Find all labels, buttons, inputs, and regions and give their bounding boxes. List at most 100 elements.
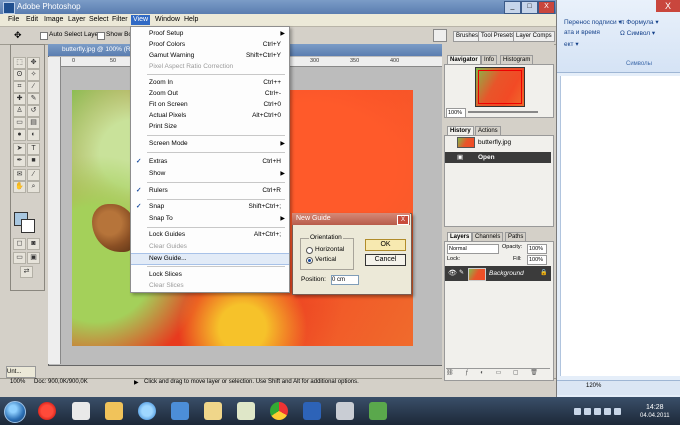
eyedropper-tool-icon[interactable]: ⁄: [27, 169, 40, 181]
start-button[interactable]: [4, 401, 26, 423]
cancel-button[interactable]: Cancel: [365, 254, 406, 266]
ribbon-object[interactable]: ект ▾: [564, 40, 579, 48]
opacity-field[interactable]: 100%: [527, 244, 547, 254]
crop-tool-icon[interactable]: ⌗: [13, 81, 26, 93]
fill-field[interactable]: 100%: [527, 255, 547, 265]
menu-window[interactable]: Window: [153, 15, 182, 25]
word-close-button[interactable]: X: [656, 0, 680, 12]
zoom-tool-icon[interactable]: ⌕: [27, 181, 40, 193]
move-tool-icon[interactable]: ✥: [27, 57, 40, 69]
vertical-ruler[interactable]: [48, 57, 61, 364]
marquee-tool-icon[interactable]: ⬚: [13, 57, 26, 69]
dodge-tool-icon[interactable]: ◐: [27, 129, 40, 141]
gradient-tool-icon[interactable]: ▤: [27, 117, 40, 129]
palette-well-icon[interactable]: [433, 29, 447, 42]
menu-layer[interactable]: Layer: [66, 15, 88, 25]
dialog-close-button[interactable]: X: [397, 215, 409, 225]
menu-item-extras[interactable]: ✓ Extras Ctrl+H: [131, 157, 289, 167]
menu-item-rulers[interactable]: ✓ Rulers Ctrl+R: [131, 186, 289, 196]
opera-icon[interactable]: [38, 402, 56, 420]
installer-icon[interactable]: [369, 402, 387, 420]
menu-item-actual-pixels[interactable]: Actual Pixels Alt+Ctrl+0: [131, 111, 289, 121]
menu-item-gamut-warning[interactable]: Gamut Warning Shift+Ctrl+Y: [131, 51, 289, 61]
tray-icon[interactable]: [614, 408, 621, 415]
position-input[interactable]: 0 cm: [331, 275, 359, 285]
screen-mode-standard-icon[interactable]: ▭: [13, 252, 26, 264]
status-zoom[interactable]: 100%: [10, 379, 25, 385]
status-arrow-icon[interactable]: ▶: [134, 379, 139, 386]
stamp-tool-icon[interactable]: ♙: [13, 105, 26, 117]
menu-item-zoom-in[interactable]: Zoom In Ctrl++: [131, 78, 289, 88]
tab-brushes[interactable]: Brushes: [453, 31, 482, 42]
move-tool-icon[interactable]: ✥: [14, 30, 22, 41]
ribbon-date-time[interactable]: ата и время: [564, 29, 600, 36]
blur-tool-icon[interactable]: ●: [13, 129, 26, 141]
menu-item-screen-mode[interactable]: Screen Mode ▶: [131, 139, 289, 149]
close-button[interactable]: X: [538, 1, 555, 14]
healing-tool-icon[interactable]: ✚: [13, 93, 26, 105]
menu-filter[interactable]: Filter: [110, 15, 130, 25]
brush-tool-icon[interactable]: ✎: [27, 93, 40, 105]
history-state[interactable]: ▣ Open: [445, 152, 551, 163]
paint-icon[interactable]: [237, 402, 255, 420]
menu-item-proof-colors[interactable]: Proof Colors Ctrl+Y: [131, 40, 289, 50]
auto-select-checkbox[interactable]: [40, 32, 48, 40]
tab-layer-comps[interactable]: Layer Comps: [513, 31, 555, 42]
media-player-icon[interactable]: [105, 402, 123, 420]
history-snapshot[interactable]: butterfly.jpg: [445, 137, 551, 148]
minimize-button[interactable]: _: [504, 1, 521, 14]
menu-item-proof-setup[interactable]: Proof Setup ▶: [131, 29, 289, 39]
menu-item-show[interactable]: Show ▶: [131, 169, 289, 179]
menu-file[interactable]: File: [6, 15, 21, 25]
blend-mode-select[interactable]: Normal: [447, 244, 499, 254]
maximize-button[interactable]: □: [521, 1, 538, 14]
ribbon-signature-line[interactable]: Перенос подписи ▾: [564, 18, 622, 26]
type-tool-icon[interactable]: T: [27, 143, 40, 155]
word-taskbar-icon[interactable]: [303, 402, 321, 420]
navigator-zoom-field[interactable]: 100%: [446, 108, 466, 118]
vertical-radio[interactable]: [306, 257, 313, 264]
eye-icon[interactable]: 👁: [448, 266, 457, 281]
tray-icon[interactable]: [604, 408, 611, 415]
ribbon-symbol[interactable]: Ω Символ ▾: [620, 29, 655, 37]
menu-item-snap[interactable]: ✓ Snap Shift+Ctrl+;: [131, 202, 289, 212]
menu-item-fit-on-screen[interactable]: Fit on Screen Ctrl+0: [131, 100, 289, 110]
horizontal-radio[interactable]: [306, 247, 313, 254]
menu-help[interactable]: Help: [182, 15, 200, 25]
tray-icon[interactable]: [574, 408, 581, 415]
navigator-zoom-slider[interactable]: [468, 111, 538, 113]
menu-item-lock-guides[interactable]: Lock Guides Alt+Ctrl+;: [131, 230, 289, 240]
menu-select[interactable]: Select: [87, 15, 110, 25]
menu-item-print-size[interactable]: Print Size: [131, 122, 289, 132]
word-document-page[interactable]: [560, 76, 680, 376]
standard-mode-icon[interactable]: ◻: [13, 238, 26, 250]
tools-icon[interactable]: [336, 402, 354, 420]
menu-item-zoom-out[interactable]: Zoom Out Ctrl+-: [131, 89, 289, 99]
menu-image[interactable]: Image: [42, 15, 65, 25]
show-bounding-checkbox[interactable]: [97, 32, 105, 40]
tray-icon[interactable]: [584, 408, 591, 415]
path-select-tool-icon[interactable]: ➤: [13, 143, 26, 155]
hand-tool-icon[interactable]: ✋: [13, 181, 26, 193]
background-color-swatch[interactable]: [21, 219, 35, 233]
lasso-tool-icon[interactable]: ʘ: [13, 69, 26, 81]
menu-item-lock-slices[interactable]: Lock Slices: [131, 270, 289, 280]
menu-item-snap-to[interactable]: Snap To ▶: [131, 214, 289, 224]
layers-footer-icons[interactable]: ⛓ ƒ ◐ ▭ ▢ 🗑: [446, 368, 550, 378]
pen-tool-icon[interactable]: ✒: [13, 155, 26, 167]
quick-mask-icon[interactable]: ◙: [27, 238, 40, 250]
app-icon[interactable]: [171, 402, 189, 420]
calendar-icon[interactable]: [72, 402, 90, 420]
minimized-document-tab[interactable]: Unt...: [6, 366, 36, 378]
shape-tool-icon[interactable]: ■: [27, 155, 40, 167]
ok-button[interactable]: OK: [365, 239, 406, 251]
layer-row-background[interactable]: 👁 ✎ Background 🔒: [445, 266, 551, 281]
menu-item-new-guide[interactable]: New Guide...: [131, 253, 289, 265]
itunes-icon[interactable]: [138, 402, 156, 420]
explorer-icon[interactable]: [204, 402, 222, 420]
menu-view[interactable]: View: [131, 15, 151, 25]
menu-edit[interactable]: Edit: [24, 15, 40, 25]
tab-tool-presets[interactable]: Tool Presets: [478, 31, 518, 42]
jump-to-imageready-icon[interactable]: ⇄: [20, 266, 33, 278]
eraser-tool-icon[interactable]: ▭: [13, 117, 26, 129]
